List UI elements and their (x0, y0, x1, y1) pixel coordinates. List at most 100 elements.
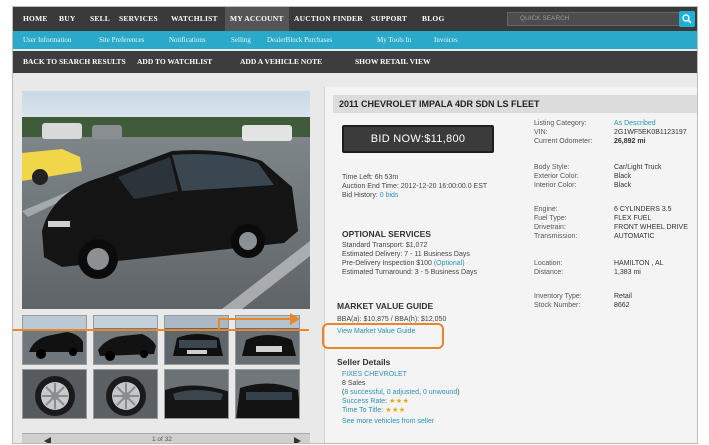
vehicle-details-panel: 2011 CHEVROLET IMPALA 4DR SDN LS FLEET B… (324, 87, 697, 443)
account-subnav: User Information Site Preferences Notifi… (13, 31, 697, 49)
bid-history: Bid History: 0 bids (342, 192, 399, 199)
car-photo-image (22, 91, 310, 309)
nav-home[interactable]: HOME (23, 7, 48, 31)
stock-number-value: 8662 (614, 302, 630, 309)
subnav-site-preferences[interactable]: Site Preferences (99, 31, 144, 49)
interior-color-label: Interior Color: (534, 182, 577, 189)
next-photo-arrow-icon[interactable] (294, 437, 301, 443)
nav-my-account[interactable]: MY ACCOUNT (225, 7, 289, 31)
engine-label: Engine: (534, 206, 558, 213)
callout-line (218, 318, 290, 320)
photo-pager: 1 of 32 (22, 433, 310, 443)
see-more-vehicles-link[interactable]: See more vehicles from seller (342, 417, 434, 426)
body-style-label: Body Style: (534, 164, 570, 171)
callout-arrow-icon (290, 313, 300, 325)
bid-now-button[interactable]: BID NOW:$11,800 (342, 125, 494, 153)
wheel-thumbnail-image (94, 370, 157, 418)
engine-value: 6 CYLINDERS 3.5 (614, 206, 672, 213)
location-value: HAMILTON , AL (614, 260, 664, 267)
callout-line (13, 329, 309, 331)
auction-end-time: Auction End Time: 2012-12-20 16:00:00.0 … (342, 183, 488, 190)
nav-sell[interactable]: SELL (90, 7, 110, 31)
distance-value: 1,383 mi (614, 269, 641, 276)
pre-delivery-inspection: Pre-Delivery Inspection $100 (Optional) (342, 260, 465, 267)
thumbnail-image[interactable] (93, 315, 158, 365)
thumbnail-image[interactable] (93, 369, 158, 419)
quick-search-input[interactable]: QUICK SEARCH (507, 12, 681, 26)
callout-highlight-box (322, 323, 444, 349)
subnav-invoices[interactable]: Invoices (434, 31, 458, 49)
listing-category-label: Listing Category: (534, 120, 587, 127)
thumbnail-image[interactable] (235, 369, 300, 419)
seller-details-heading: Seller Details (337, 357, 391, 367)
back-to-search-results-button[interactable]: BACK TO SEARCH RESULTS (23, 51, 126, 73)
vehicle-title: 2011 CHEVROLET IMPALA 4DR SDN LS FLEET (333, 95, 697, 113)
car-thumbnail-image (23, 316, 86, 364)
market-value-guide-heading: MARKET VALUE GUIDE (337, 301, 434, 311)
estimated-delivery: Estimated Delivery: 7 - 11 Business Days (342, 251, 470, 258)
nav-blog[interactable]: BLOG (422, 7, 444, 31)
inventory-type-value: Retail (614, 293, 632, 300)
time-to-title: Time To Title: ★★★ (342, 407, 406, 414)
exterior-color-value: Black (614, 173, 632, 180)
car-thumbnail-image (94, 316, 157, 364)
subnav-dealerblock-purchases[interactable]: DealerBlock Purchases (267, 31, 332, 49)
transmission-value: AUTOMATIC (614, 233, 655, 240)
listing-category-value[interactable]: As Described (614, 119, 656, 128)
thumbnail-image[interactable] (164, 369, 229, 419)
success-rate-stars-icon: ★★★ (389, 398, 410, 405)
location-label: Location: (534, 260, 563, 267)
show-retail-view-button[interactable]: SHOW RETAIL VIEW (355, 51, 430, 73)
estimated-turnaround: Estimated Turnaround: 3 - 5 Business Day… (342, 269, 478, 276)
fuel-type-value: FLEX FUEL (614, 215, 652, 222)
add-to-watchlist-button[interactable]: ADD TO WATCHLIST (137, 51, 212, 73)
top-navigation: HOME BUY SELL SERVICES WATCHLIST MY ACCO… (13, 7, 697, 31)
seller-name-link[interactable]: FIXES CHEVROLET (342, 370, 407, 379)
seller-sales-breakdown: (8 successful, 0 adjusted, 0 unwound) (342, 389, 460, 396)
vehicle-action-bar: BACK TO SEARCH RESULTS ADD TO WATCHLIST … (13, 51, 697, 73)
interior-color-value: Black (614, 182, 632, 189)
car-thumbnail-image (165, 370, 228, 418)
distance-label: Distance: (534, 269, 564, 276)
transmission-label: Transmission: (534, 233, 578, 240)
drivetrain-value: FRONT WHEEL DRIVE (614, 224, 688, 231)
drivetrain-label: Drivetrain: (534, 224, 566, 231)
nav-services[interactable]: SERVICES (119, 7, 158, 31)
nav-auction-finder[interactable]: AUCTION FINDER (294, 7, 363, 31)
subnav-user-information[interactable]: User Information (23, 31, 71, 49)
main-vehicle-photo[interactable] (22, 91, 310, 309)
vin-label: VIN: (534, 129, 548, 136)
previous-photo-arrow-icon[interactable] (44, 437, 51, 443)
photo-counter: 1 of 32 (152, 436, 172, 443)
nav-buy[interactable]: BUY (59, 7, 75, 31)
time-left: Time Left: 6h 53m (342, 174, 399, 181)
thumbnail-image[interactable] (22, 315, 87, 365)
thumbnail-image[interactable] (22, 369, 87, 419)
bid-history-link[interactable]: 0 bids (380, 192, 399, 199)
success-rate: Success Rate: ★★★ (342, 398, 410, 405)
odometer-label: Current Odometer: (534, 138, 593, 145)
fuel-type-label: Fuel Type: (534, 215, 567, 222)
search-icon (682, 14, 692, 24)
optional-services-heading: OPTIONAL SERVICES (342, 229, 431, 239)
seller-sales-count: 8 Sales (342, 380, 366, 387)
subnav-my-tools[interactable]: My Tools In (377, 31, 411, 49)
nav-watchlist[interactable]: WATCHLIST (171, 7, 218, 31)
stock-number-label: Stock Number: (534, 302, 581, 309)
search-button[interactable] (679, 11, 695, 27)
optional-link[interactable]: (Optional) (434, 260, 465, 267)
subnav-notifications[interactable]: Notifications (169, 31, 206, 49)
time-to-title-stars-icon: ★★★ (385, 407, 406, 414)
add-vehicle-note-button[interactable]: ADD A VEHICLE NOTE (240, 51, 322, 73)
vin-value: 2G1WF5EK0B1123197 (614, 129, 687, 136)
inventory-type-label: Inventory Type: (534, 293, 582, 300)
vehicle-detail-screen: HOME BUY SELL SERVICES WATCHLIST MY ACCO… (12, 6, 698, 444)
car-thumbnail-image (236, 370, 299, 418)
body-style-value: Car/Light Truck (614, 164, 662, 171)
odometer-value: 26,892 mi (614, 138, 646, 145)
standard-transport: Standard Transport: $1,072 (342, 242, 428, 249)
wheel-thumbnail-image (23, 370, 86, 418)
subnav-selling[interactable]: Selling (231, 31, 251, 49)
exterior-color-label: Exterior Color: (534, 173, 579, 180)
nav-support[interactable]: SUPPORT (371, 7, 407, 31)
